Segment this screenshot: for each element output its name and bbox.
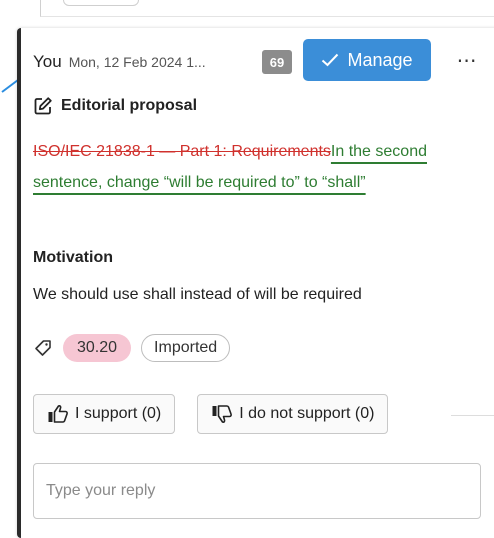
not-support-label: I do not support (0) <box>239 405 375 422</box>
comment-number-badge: 69 <box>262 50 292 74</box>
manage-button[interactable]: Manage <box>303 39 431 81</box>
previous-comment-card <box>40 0 494 17</box>
motivation-heading: Motivation <box>33 249 113 266</box>
proposal-text: ISO/IEC 21838-1 — Part 1: RequirementsIn… <box>33 136 463 198</box>
comment-header: You Mon, 12 Feb 2024 1... <box>33 48 206 76</box>
more-options-button[interactable]: ⋯ <box>451 48 481 72</box>
comment-date: Mon, 12 Feb 2024 1... <box>68 54 206 70</box>
reply-input[interactable] <box>33 463 481 519</box>
check-icon <box>322 53 339 67</box>
previous-comment-button[interactable] <box>63 0 139 6</box>
comment-type-label: Editorial proposal <box>61 97 198 114</box>
deleted-text: ISO/IEC 21838-1 — Part 1: Requirements <box>33 143 331 160</box>
not-support-button[interactable]: I do not support (0) <box>197 394 389 434</box>
tag-icon <box>35 340 51 356</box>
more-options-icon: ⋯ <box>456 49 477 72</box>
tag-list: 30.20 Imported <box>33 334 231 362</box>
tag-clause[interactable]: 30.20 <box>63 334 132 362</box>
support-button[interactable]: I support (0) <box>33 394 176 434</box>
manage-label: Manage <box>347 49 413 70</box>
author-name: You <box>33 52 62 71</box>
edit-icon <box>34 97 52 115</box>
vote-row: I support (0) I do not support (0) <box>33 394 389 434</box>
comment-card: You Mon, 12 Feb 2024 1... 69 Manage ⋯ Ed… <box>17 28 494 538</box>
divider <box>451 415 494 416</box>
comment-type: Editorial proposal <box>33 96 197 116</box>
thumbs-up-icon <box>48 405 68 423</box>
motivation-text: We should use shall instead of will be r… <box>33 286 362 303</box>
tag-imported[interactable]: Imported <box>141 334 231 362</box>
thumbs-down-icon <box>212 405 233 423</box>
support-label: I support (0) <box>75 405 162 422</box>
